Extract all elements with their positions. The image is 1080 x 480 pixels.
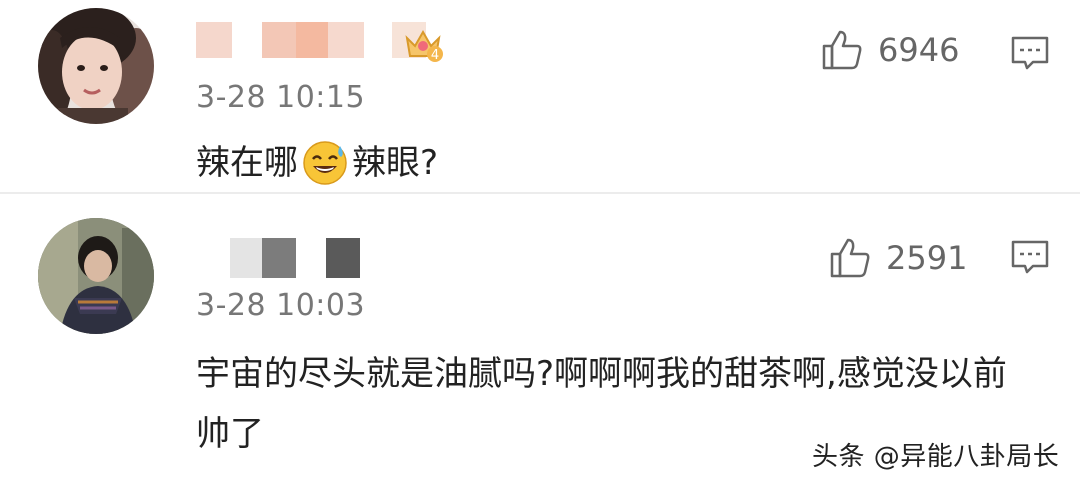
like-count: 2591 <box>886 239 968 277</box>
comment-bubble-icon <box>1011 36 1049 70</box>
reply-button[interactable] <box>1009 236 1051 278</box>
mosaic-tile <box>196 22 232 58</box>
svg-text:4: 4 <box>431 48 439 63</box>
comment-text-part: 辣眼? <box>352 143 439 183</box>
avatar[interactable] <box>38 218 154 334</box>
reply-button[interactable] <box>1009 32 1051 74</box>
avatar-image <box>38 218 154 334</box>
avatar-image <box>38 8 154 124</box>
mosaic-tile <box>262 238 296 278</box>
thumbs-up-icon <box>822 30 862 70</box>
mosaic-tile <box>364 22 392 58</box>
mosaic-tile <box>328 22 364 58</box>
comment-time: 3-28 10:03 <box>196 288 366 323</box>
mosaic-tile <box>232 22 262 58</box>
comment-item: 4 3-28 10:15 辣在哪 辣眼? 6946 <box>0 0 1080 192</box>
username-mosaic[interactable] <box>196 238 360 278</box>
watermark: 头条 @异能八卦局长 <box>812 442 1060 472</box>
mosaic-tile <box>296 238 326 278</box>
like-button[interactable]: 6946 <box>820 28 959 72</box>
mosaic-tile <box>326 238 360 278</box>
comment-time: 3-28 10:15 <box>196 80 366 115</box>
thumbs-up-icon <box>830 238 870 278</box>
comment-text: 辣在哪 辣眼? <box>196 133 438 193</box>
mosaic-tile <box>196 238 230 278</box>
crown-badge-icon: 4 <box>403 24 443 68</box>
like-button[interactable]: 2591 <box>828 236 967 280</box>
mosaic-tile <box>262 22 296 58</box>
mosaic-tile <box>296 22 328 58</box>
comment-bubble-icon <box>1011 240 1049 274</box>
like-count: 6946 <box>878 31 960 69</box>
comment-text-part: 辣在哪 <box>196 143 298 183</box>
sweat-smile-emoji-icon <box>303 141 347 185</box>
username-mosaic[interactable] <box>196 22 426 58</box>
avatar[interactable] <box>38 8 154 124</box>
mosaic-tile <box>230 238 262 278</box>
